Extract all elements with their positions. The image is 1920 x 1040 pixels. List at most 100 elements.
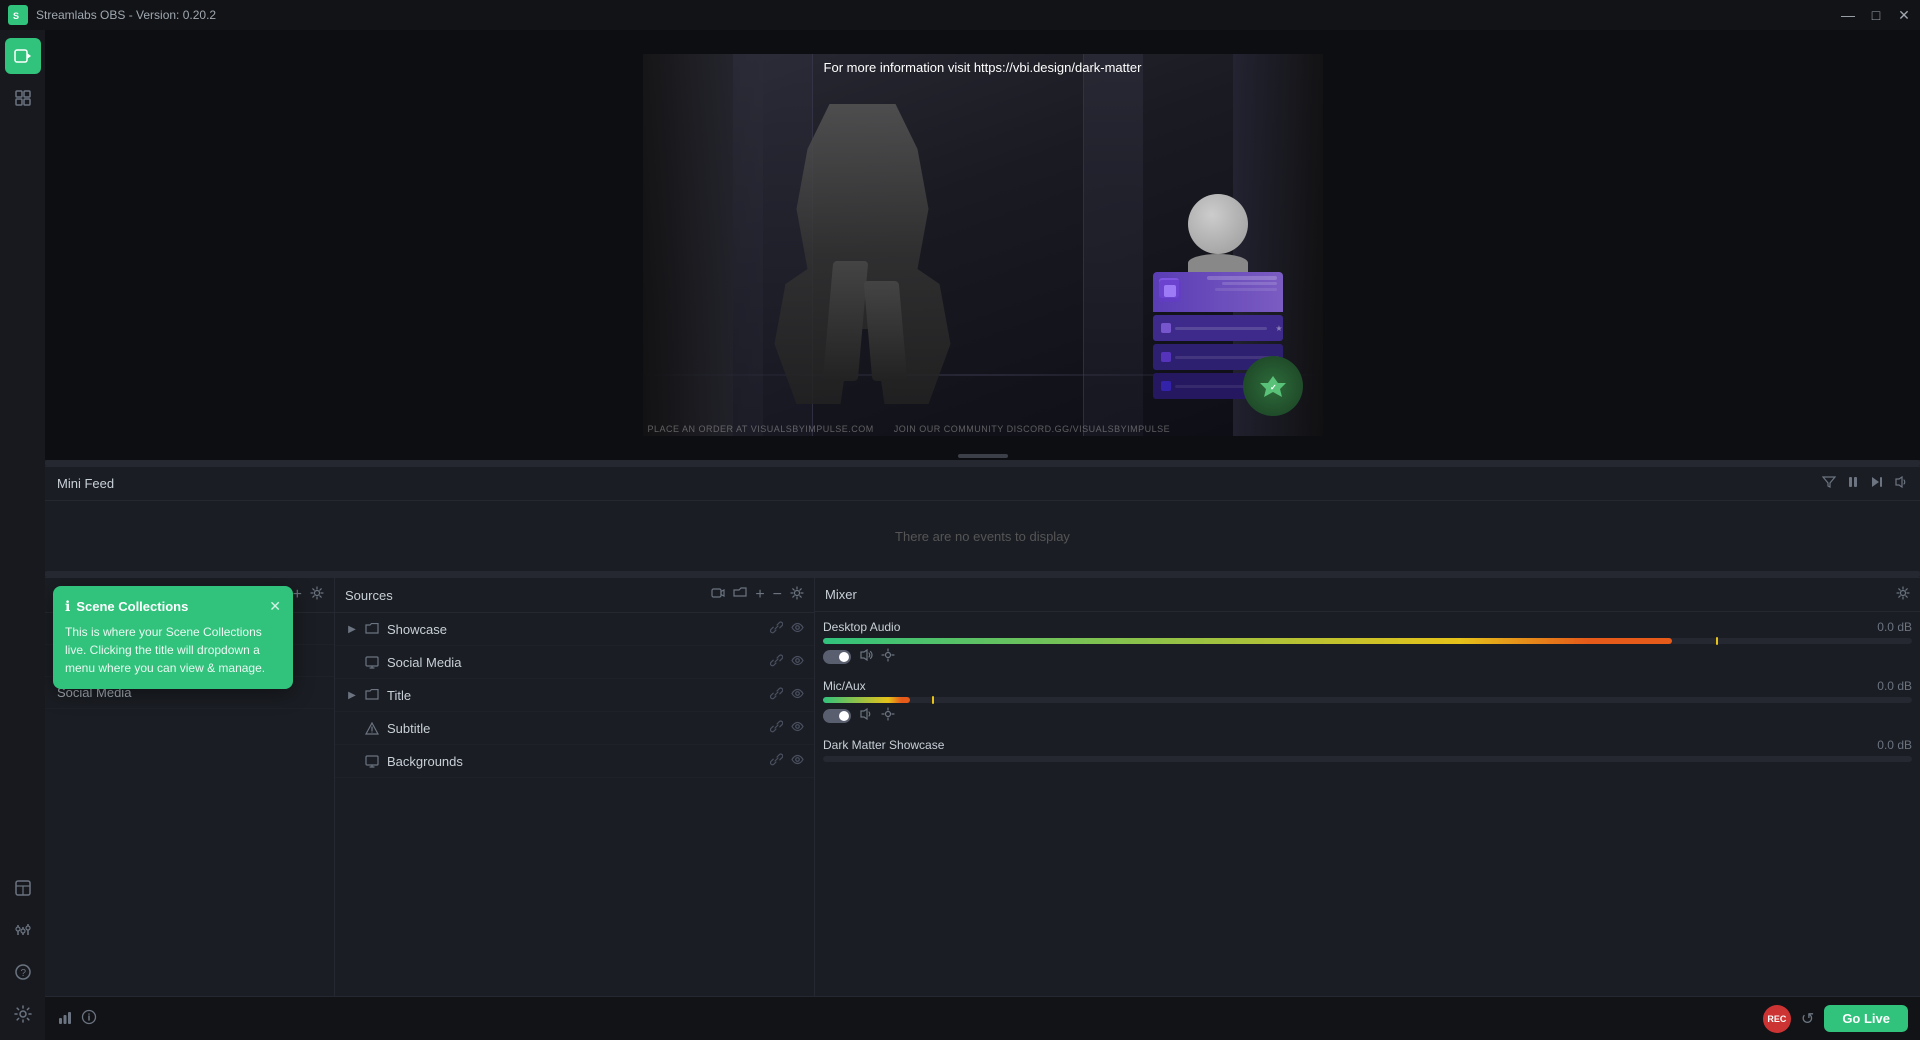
source-monitor-icon-2 [363,752,381,770]
source-folder-icon [363,620,381,638]
mixer-channel-mic-aux-db: 0.0 dB [1877,679,1912,693]
mixer-channel-mic-aux-name: Mic/Aux [823,679,866,693]
mixer-desktop-audio-fill [823,638,1672,644]
source-link-icon-3[interactable] [770,687,783,703]
mixer-mic-aux-fill [823,697,910,703]
mixer-desktop-audio-toggle[interactable] [823,650,851,664]
sidebar-item-mixer[interactable] [5,912,41,948]
source-eye-icon-5[interactable] [791,753,804,769]
sources-panel-title: Sources [345,588,393,603]
sidebar-item-widgets[interactable] [5,80,41,116]
source-expand-placeholder [345,655,359,669]
minifeed-header: Mini Feed [45,467,1920,501]
mixer-channels-list: Desktop Audio 0.0 dB [815,612,1920,996]
source-eye-icon-4[interactable] [791,720,804,736]
sources-add-icon[interactable]: + [755,586,764,604]
source-link-icon[interactable] [770,621,783,637]
sources-panel: Sources + [335,578,815,996]
sidebar-item-help[interactable]: ? [5,954,41,990]
source-link-icon-4[interactable] [770,720,783,736]
source-eye-icon-2[interactable] [791,654,804,670]
mixer-settings-icon[interactable] [1896,586,1910,603]
sidebar-item-scenes[interactable] [5,870,41,906]
info-icon[interactable] [81,1009,97,1029]
window-controls[interactable]: — □ ✕ [1840,7,1912,24]
bottom-panels: Scene Collections + Intermission [45,577,1920,996]
skip-icon[interactable] [1870,475,1884,492]
mixer-channel-desktop-audio-db: 0.0 dB [1877,620,1912,634]
bottom-bar-right: REC ↺ Go Live [1763,1005,1908,1033]
preview-bottom-strip: PLACE AN ORDER AT VISUALSBYIMPULSE.COM J… [648,424,1323,434]
preview-bottom-text-2: JOIN OUR COMMUNITY DISCORD.GG/VISUALSBYI… [894,424,1170,434]
mixer-channel-desktop-audio-header: Desktop Audio 0.0 dB [823,620,1912,634]
pause-icon[interactable] [1846,475,1860,492]
mixer-desktop-audio-settings-icon[interactable] [881,648,895,665]
source-expand-title[interactable]: ▶ [345,688,359,702]
mixer-channel-mic-aux: Mic/Aux 0.0 dB [823,679,1912,724]
restore-button[interactable]: ↺ [1801,1009,1814,1029]
source-item-title[interactable]: ▶ Title [335,679,814,712]
mixer-desktop-audio-controls [823,648,1912,665]
close-button[interactable]: ✕ [1896,7,1912,24]
scenes-settings-icon[interactable] [310,586,324,604]
source-controls-showcase [770,621,804,637]
source-item-backgrounds[interactable]: Backgrounds [335,745,814,778]
source-controls-title [770,687,804,703]
source-link-icon-5[interactable] [770,753,783,769]
source-label-title: Title [387,688,770,703]
scenes-panel: Scene Collections + Intermission [45,578,335,996]
mixer-mic-aux-toggle[interactable] [823,709,851,723]
scenes-add-button[interactable]: + [293,586,302,604]
sources-remove-icon[interactable]: − [773,586,782,604]
tooltip-title: Scene Collections [76,599,188,614]
tooltip-body: This is where your Scene Collections liv… [65,623,281,677]
sidebar-item-settings[interactable] [5,996,41,1032]
preview-resize-handle[interactable] [958,454,1008,458]
avatar-bar-1: ★ [1153,315,1283,341]
mixer-desktop-audio-volume-icon[interactable] [859,648,873,665]
volume-icon[interactable] [1894,475,1908,492]
source-controls-subtitle [770,720,804,736]
source-item-showcase[interactable]: ▶ Showcase [335,613,814,646]
mixer-mic-aux-volume-icon[interactable] [859,707,873,724]
sources-panel-header: Sources + [335,578,814,613]
source-expand-icon[interactable]: ▶ [345,622,359,636]
minifeed-title: Mini Feed [57,476,114,491]
sources-folder-icon[interactable] [733,586,747,604]
source-monitor-icon [363,653,381,671]
source-eye-icon-3[interactable] [791,687,804,703]
maximize-button[interactable]: □ [1868,7,1884,23]
source-label-social-media: Social Media [387,655,770,670]
mixer-channel-dark-matter-header: Dark Matter Showcase 0.0 dB [823,738,1912,752]
sidebar-item-video[interactable] [5,38,41,74]
mixer-mic-aux-bar [823,697,1912,703]
scenes-panel-controls: + [293,586,324,604]
record-button[interactable]: REC [1763,1005,1791,1033]
titlebar-left: S Streamlabs OBS - Version: 0.20.2 [8,5,216,25]
stats-icon[interactable] [57,1009,73,1029]
mixer-channel-dark-matter-db: 0.0 dB [1877,738,1912,752]
bottom-bar: REC ↺ Go Live [45,996,1920,1040]
go-live-button[interactable]: Go Live [1824,1005,1908,1032]
mixer-panel-title: Mixer [825,587,857,602]
source-expand-placeholder-2 [345,721,359,735]
tooltip-close-button[interactable]: ✕ [269,598,281,615]
mixer-mic-aux-settings-icon[interactable] [881,707,895,724]
scene-collections-tooltip: ℹ Scene Collections ✕ This is where your… [53,586,293,689]
filter-icon[interactable] [1822,475,1836,492]
sources-camera-icon[interactable] [711,586,725,604]
source-eye-icon[interactable] [791,621,804,637]
mixer-desktop-audio-bar [823,638,1912,644]
source-link-icon-2[interactable] [770,654,783,670]
tooltip-title-row: ℹ Scene Collections [65,598,188,615]
preview-area: For more information visit https://vbi.d… [45,30,1920,460]
source-label-showcase: Showcase [387,622,770,637]
minifeed-empty-text: There are no events to display [895,529,1070,544]
source-item-social-media[interactable]: Social Media [335,646,814,679]
sources-settings-icon[interactable] [790,586,804,604]
minimize-button[interactable]: — [1840,7,1856,23]
preview-badge: ✓ [1243,356,1303,416]
mixer-channel-desktop-audio: Desktop Audio 0.0 dB [823,620,1912,665]
mixer-panel: Mixer Desktop Audio 0.0 dB [815,578,1920,996]
source-item-subtitle[interactable]: Subtitle [335,712,814,745]
